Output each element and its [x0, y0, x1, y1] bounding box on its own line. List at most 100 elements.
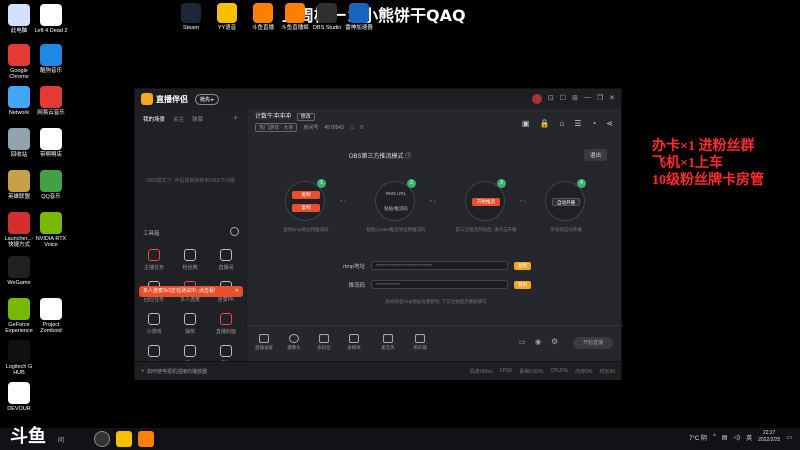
- settings-icon[interactable]: ☐: [560, 94, 566, 104]
- camera-small-icon[interactable]: ▭: [519, 338, 526, 346]
- copy-button[interactable]: 复制: [292, 204, 320, 212]
- desktop-icon[interactable]: NVIDIA RTX Voice: [34, 212, 68, 248]
- desktop-icon[interactable]: Steam: [176, 3, 206, 31]
- lock-icon[interactable]: 🔒: [539, 119, 549, 128]
- app-icon: [253, 3, 273, 23]
- promo-line: 10级粉丝牌卡房管: [652, 173, 764, 188]
- desktop-icon[interactable]: Network: [2, 86, 36, 116]
- taskbar-douyu-icon[interactable]: [138, 431, 154, 447]
- notify-icon[interactable]: ◔: [591, 119, 596, 128]
- room-category[interactable]: 热门游戏 · 大杂: [255, 123, 298, 132]
- app-icon: [8, 86, 30, 108]
- clock[interactable]: 22:27 2022/2/25: [758, 430, 780, 444]
- desktop-icon[interactable]: 回收站: [2, 128, 36, 158]
- rtmp-field[interactable]: ********************************: [371, 261, 508, 270]
- skin-icon[interactable]: ⊡: [548, 94, 554, 104]
- desktop-icon[interactable]: Launcher...- 快捷方式: [2, 212, 36, 248]
- toolbox-item[interactable]: 粉丝牌: [175, 249, 205, 271]
- desktop-icon[interactable]: QQ音乐: [34, 170, 68, 200]
- tip-close-icon[interactable]: ✕: [235, 286, 239, 297]
- app-icon: [8, 340, 30, 362]
- screen-record-button[interactable]: 直播录屏: [251, 334, 277, 351]
- app-icon: [40, 128, 62, 150]
- stream-key-field[interactable]: **************: [371, 280, 508, 289]
- share-icon[interactable]: ⋖: [606, 119, 613, 128]
- app-icon: [349, 3, 369, 23]
- tray-up-icon[interactable]: ^: [713, 434, 716, 440]
- bt-label: 麦克风: [381, 345, 395, 350]
- copy-button[interactable]: 复制: [292, 191, 320, 199]
- desktop-icon[interactable]: GeForce Experience: [2, 298, 36, 334]
- desktop-icon[interactable]: DEVOUR: [2, 382, 36, 412]
- desktop-icon[interactable]: OBS Studio: [312, 3, 342, 31]
- desktop-icon[interactable]: Logitech G HUB: [2, 340, 36, 376]
- toolbox-item[interactable]: 直播封面: [211, 313, 241, 335]
- tab-scenes[interactable]: 我的场景: [143, 115, 165, 123]
- camera-button[interactable]: 摄像头: [281, 334, 307, 351]
- copy-rtmp-button[interactable]: 复制: [514, 261, 531, 270]
- desktop-icon[interactable]: WeGame: [2, 256, 36, 286]
- taskbar-yy-icon[interactable]: [116, 431, 132, 447]
- version-badge[interactable]: 抢先 ▸: [195, 93, 219, 105]
- tool-icon: [220, 313, 232, 325]
- maximize-icon[interactable]: ❐: [597, 94, 603, 104]
- speaker-icon: [415, 334, 425, 343]
- desktop-icon[interactable]: 此电脑: [2, 4, 36, 34]
- desktop-icon[interactable]: 英雄联盟: [2, 170, 36, 200]
- desktop-icon[interactable]: 酷狗音乐: [34, 44, 68, 74]
- room-title: 计数牛冲冲冲: [255, 114, 292, 120]
- desktop-icon[interactable]: YY语音: [212, 3, 242, 31]
- toolbox-item[interactable]: 直播间: [211, 249, 241, 271]
- desktop-icon[interactable]: 带啊啊店: [34, 128, 68, 158]
- rms-url-text: RMS URL: [385, 191, 407, 196]
- desktop-icon-label: 带啊啊店: [39, 152, 62, 158]
- copy-key-button[interactable]: 复制: [514, 280, 531, 289]
- eye-icon[interactable]: ◉: [535, 338, 541, 346]
- tab-danmaku[interactable]: 弹幕: [192, 115, 203, 123]
- help-icon[interactable]: ⓘ: [405, 154, 411, 160]
- avatar[interactable]: [531, 94, 542, 104]
- speaker-button[interactable]: 扬声器: [407, 334, 433, 351]
- language-indicator[interactable]: 英: [746, 433, 752, 442]
- minimize-icon[interactable]: —: [584, 94, 591, 104]
- taskbar-obs-icon[interactable]: [94, 431, 110, 447]
- toolbox-item[interactable]: 小游戏: [139, 313, 169, 335]
- auto-live-button[interactable]: 自动开播: [552, 198, 580, 206]
- collapse-toolbox-icon[interactable]: [230, 227, 239, 236]
- notification-icon[interactable]: ▭: [786, 434, 792, 441]
- desktop-icon[interactable]: 斗鱼直播姬: [280, 3, 310, 31]
- status-message[interactable]: 如何使电视机插接的播放器: [147, 368, 207, 375]
- close-icon[interactable]: ✕: [609, 94, 615, 104]
- desktop-icon[interactable]: Project Zomboid: [34, 298, 68, 334]
- settings-gear-icon[interactable]: ⚙: [551, 337, 558, 346]
- add-scene-button[interactable]: +: [233, 114, 238, 123]
- exit-obs-mode-button[interactable]: 退出: [583, 149, 607, 161]
- share-screen-icon[interactable]: ▣: [522, 119, 530, 128]
- start-push-button[interactable]: 开始推流: [472, 198, 500, 206]
- search-text[interactable]: 问: [58, 435, 64, 444]
- multi-link-tip[interactable]: 多人连麦3v3正在测试中, 点击看! ✕: [139, 286, 243, 297]
- desktop-icon[interactable]: 斗鱼直播: [248, 3, 278, 31]
- app-title: 直播伴侣: [156, 94, 188, 104]
- volume-icon[interactable]: ◁): [733, 434, 740, 441]
- network-icon[interactable]: ▤: [722, 434, 728, 441]
- desktop-icon[interactable]: 网易云音乐: [34, 86, 68, 116]
- media-button[interactable]: 多媒体: [341, 334, 367, 351]
- start-live-button[interactable]: 开始直播: [573, 337, 613, 349]
- edit-title-button[interactable]: 修改: [296, 113, 315, 121]
- desktop-icon[interactable]: Google Chrome: [2, 44, 36, 80]
- room-info: 计数牛冲冲冲 修改 热门游戏 · 大杂 房间号 4578943 ♨ 0: [255, 111, 363, 132]
- gift-icon[interactable]: ⌂: [559, 119, 564, 128]
- desktop-icon[interactable]: Left 4 Dead 2: [34, 4, 68, 34]
- tab-follow[interactable]: 关注: [173, 115, 184, 123]
- menu-icon[interactable]: ⊞: [572, 94, 578, 104]
- toolbox-item[interactable]: 抽奖: [175, 313, 205, 335]
- desktop-icon[interactable]: 雷神加速器: [344, 3, 374, 31]
- task-icon[interactable]: ☰: [574, 119, 581, 128]
- microphone-button[interactable]: 麦克风: [375, 334, 401, 351]
- toolbox-item[interactable]: 主播任务: [139, 249, 169, 271]
- weather-text[interactable]: 7°C 阴: [689, 433, 707, 442]
- multi-cam-button[interactable]: 多机位: [311, 334, 337, 351]
- desktop-icon-label: 酷狗音乐: [39, 68, 62, 74]
- step-2-desc: 粘贴入OBS推流地址和推流码: [366, 227, 426, 232]
